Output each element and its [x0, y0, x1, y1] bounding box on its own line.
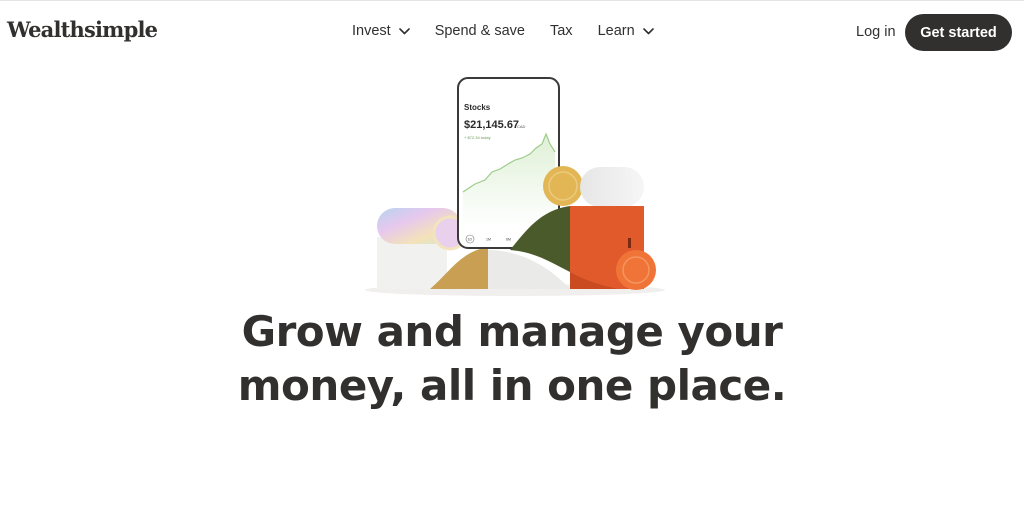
- phone-range-1m-label: 1M: [486, 238, 491, 242]
- get-started-button[interactable]: Get started: [905, 14, 1012, 51]
- nav-item-tax[interactable]: Tax: [550, 23, 573, 39]
- nav-item-spend-save-label: Spend & save: [434, 23, 525, 39]
- phone-range-6m-label: 6M: [506, 238, 511, 242]
- nav-item-learn[interactable]: Learn: [598, 23, 654, 39]
- nav-item-invest[interactable]: Invest: [352, 23, 410, 39]
- chevron-down-icon: [642, 27, 654, 35]
- left-block: [377, 237, 447, 289]
- hero-headline-line1: Grow and manage your: [241, 307, 783, 356]
- orange-coin: [616, 250, 656, 290]
- login-link[interactable]: Log in: [856, 24, 896, 40]
- wealthsimple-logo[interactable]: Wealthsimple: [7, 17, 158, 42]
- main-nav: Invest Spend & save Tax Learn: [352, 23, 679, 39]
- hero-illustration: Stocks $21,145.67 CAD + $72.34 today 1D …: [365, 77, 665, 296]
- right-grey-pill: [580, 167, 644, 207]
- nav-item-spend-save[interactable]: Spend & save: [435, 23, 525, 39]
- top-border: [0, 0, 1024, 1]
- nav-item-tax-label: Tax: [549, 23, 573, 39]
- phone-title: Stocks: [464, 103, 491, 112]
- chevron-down-icon: [398, 27, 410, 35]
- phone-balance: $21,145.67: [464, 119, 519, 131]
- orange-block-slot: [628, 238, 631, 248]
- phone-change: + $72.34 today: [464, 135, 491, 140]
- phone-range-1d-label: 1D: [468, 238, 473, 242]
- nav-item-learn-label: Learn: [597, 23, 635, 39]
- nav-item-invest-label: Invest: [352, 23, 391, 39]
- hero-headline: Grow and manage your money, all in one p…: [0, 305, 1024, 413]
- phone-currency: CAD: [517, 124, 526, 129]
- hero-headline-line2: money, all in one place.: [237, 361, 787, 410]
